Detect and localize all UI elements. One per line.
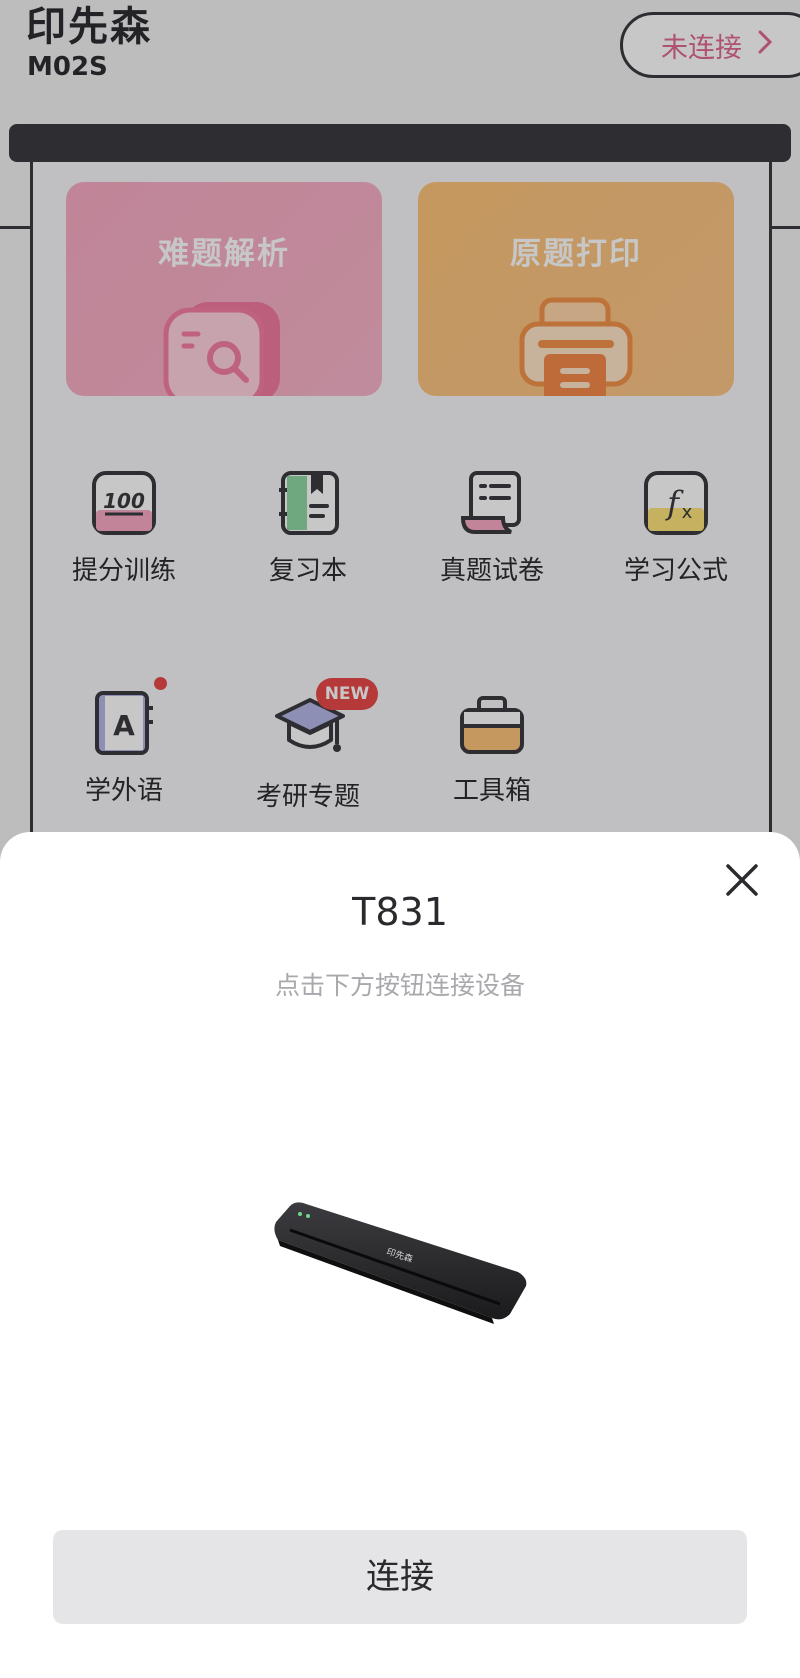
connect-button[interactable]: 连接 bbox=[53, 1530, 747, 1624]
device-name: T831 bbox=[352, 890, 448, 934]
printer-device-image: 印先森 bbox=[270, 1200, 530, 1326]
connect-hint: 点击下方按钮连接设备 bbox=[274, 971, 525, 1000]
